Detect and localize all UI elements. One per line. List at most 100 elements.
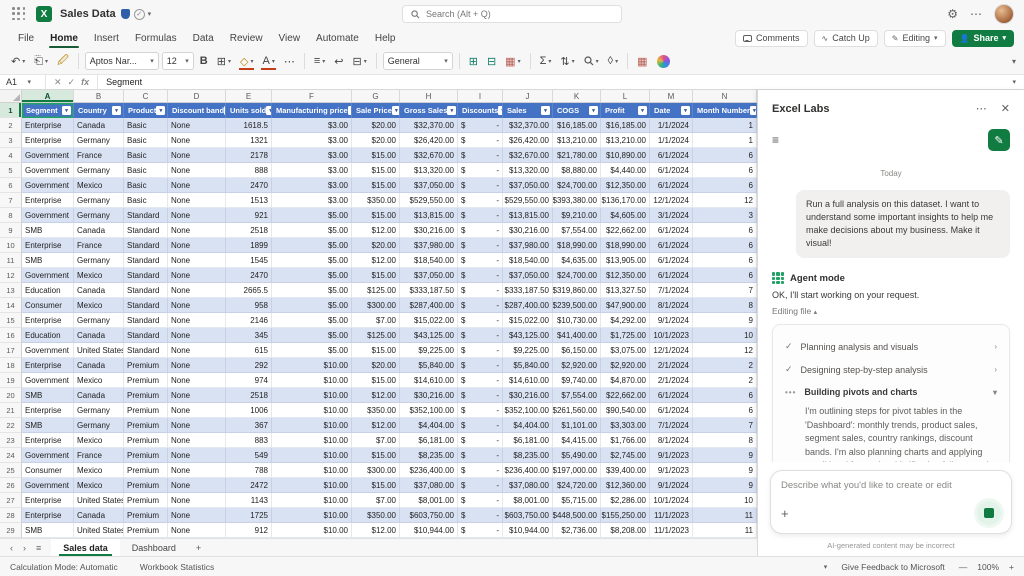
cell[interactable]: $1,766.00 [601, 433, 650, 448]
cell[interactable]: $350.00 [352, 403, 400, 418]
cell[interactable]: None [168, 418, 226, 433]
row-header-10[interactable]: 10 [0, 238, 22, 253]
add-attachment-button[interactable]: + [781, 506, 789, 521]
row-header-27[interactable]: 27 [0, 493, 22, 508]
cell[interactable]: Germany [74, 208, 124, 223]
cell[interactable]: $3.00 [272, 118, 352, 133]
cell[interactable]: 10 [693, 493, 757, 508]
cell[interactable]: Germany [74, 163, 124, 178]
cell[interactable]: SMB [22, 253, 74, 268]
cell[interactable]: $15.00 [352, 163, 400, 178]
cell[interactable]: None [168, 403, 226, 418]
cell[interactable]: None [168, 133, 226, 148]
cell[interactable]: $8,208.00 [601, 523, 650, 538]
cell[interactable]: Enterprise [22, 358, 74, 373]
cell[interactable]: 912 [226, 523, 272, 538]
share-button[interactable]: 👤 Share ▾ [951, 29, 1014, 47]
next-sheet-icon[interactable]: › [23, 543, 26, 553]
more-formatting-button[interactable]: ⋯ [281, 51, 298, 71]
cell[interactable]: 6 [693, 163, 757, 178]
cell[interactable]: $4,870.00 [601, 373, 650, 388]
cell[interactable]: $ - [458, 463, 503, 478]
cell[interactable]: $5,715.00 [553, 493, 601, 508]
cell[interactable]: Premium [124, 373, 168, 388]
cell[interactable]: $12,350.00 [601, 178, 650, 193]
cell[interactable]: $ - [458, 478, 503, 493]
cell[interactable]: 6 [693, 253, 757, 268]
table-header-cell[interactable]: COGS ▾ [553, 103, 601, 118]
cell[interactable]: 11/1/2023 [650, 523, 693, 538]
cell[interactable]: $12.00 [352, 523, 400, 538]
cell[interactable]: 11 [693, 508, 757, 523]
editing-mode-button[interactable]: ✎ Editing ▾ [883, 29, 946, 47]
cell[interactable]: $5,840.00 [503, 358, 553, 373]
cell[interactable]: $8,235.00 [400, 448, 458, 463]
row-header-12[interactable]: 12 [0, 268, 22, 283]
cell[interactable]: $15.00 [352, 478, 400, 493]
cell[interactable]: $10.00 [272, 463, 352, 478]
cell[interactable]: $10,944.00 [400, 523, 458, 538]
column-letter-J[interactable]: J [503, 90, 553, 102]
cell[interactable]: Germany [74, 313, 124, 328]
cell[interactable]: 8/1/2024 [650, 433, 693, 448]
row-header-21[interactable]: 21 [0, 403, 22, 418]
row-header-5[interactable]: 5 [0, 163, 22, 178]
cell[interactable]: $287,400.00 [503, 298, 553, 313]
cell[interactable]: $9,210.00 [553, 208, 601, 223]
cell[interactable]: United States [74, 523, 124, 538]
row-header-23[interactable]: 23 [0, 433, 22, 448]
cell[interactable]: SMB [22, 388, 74, 403]
cell[interactable]: $37,080.00 [400, 478, 458, 493]
cell[interactable]: $529,550.00 [503, 193, 553, 208]
new-chat-button[interactable]: ✎ [988, 129, 1010, 151]
cell[interactable]: 2665.5 [226, 283, 272, 298]
cell[interactable]: None [168, 463, 226, 478]
column-letter-F[interactable]: F [272, 90, 352, 102]
ribbon-tab-data[interactable]: Data [185, 31, 222, 46]
row-header-29[interactable]: 29 [0, 523, 22, 538]
cell[interactable]: Canada [74, 283, 124, 298]
cell[interactable]: $ - [458, 328, 503, 343]
row-header-28[interactable]: 28 [0, 508, 22, 523]
cell[interactable]: 8/1/2024 [650, 298, 693, 313]
cell[interactable]: 6/1/2024 [650, 178, 693, 193]
delete-cells-button[interactable]: ⊟ [484, 51, 499, 71]
cell[interactable]: 9/1/2023 [650, 448, 693, 463]
cell[interactable]: $3,303.00 [601, 418, 650, 433]
cell[interactable]: $47,900.00 [601, 298, 650, 313]
cell[interactable]: $197,000.00 [553, 463, 601, 478]
cell[interactable]: $18,990.00 [601, 238, 650, 253]
cell[interactable]: 1143 [226, 493, 272, 508]
formula-input[interactable]: Segment [98, 77, 1012, 87]
cell[interactable]: 3 [693, 208, 757, 223]
cell[interactable]: $8,001.00 [503, 493, 553, 508]
cell[interactable]: Germany [74, 418, 124, 433]
cell[interactable]: $10.00 [272, 523, 352, 538]
cell[interactable]: Standard [124, 343, 168, 358]
cell[interactable]: 292 [226, 358, 272, 373]
cell[interactable]: Canada [74, 328, 124, 343]
cell[interactable]: $350.00 [352, 193, 400, 208]
cell[interactable]: 1/1/2024 [650, 133, 693, 148]
row-header-8[interactable]: 8 [0, 208, 22, 223]
cell[interactable]: Basic [124, 193, 168, 208]
agent-step[interactable]: ••• Building pivots and charts ▾ [783, 381, 999, 403]
cell[interactable]: Standard [124, 253, 168, 268]
cell[interactable]: $125.00 [352, 328, 400, 343]
cell[interactable]: $32,370.00 [503, 118, 553, 133]
cell[interactable]: Government [22, 343, 74, 358]
cell[interactable]: $16,185.00 [553, 118, 601, 133]
cell[interactable]: Premium [124, 523, 168, 538]
filter-button[interactable]: ▾ [681, 106, 690, 115]
cell[interactable]: $13,327.50 [601, 283, 650, 298]
cell[interactable]: $14,610.00 [400, 373, 458, 388]
cell[interactable]: $12.00 [352, 388, 400, 403]
more-options-icon[interactable]: ⋯ [970, 7, 982, 21]
cell[interactable]: None [168, 163, 226, 178]
cell[interactable]: Mexico [74, 268, 124, 283]
table-tools-button[interactable]: ▦ [634, 51, 650, 71]
cell[interactable]: 7 [693, 283, 757, 298]
cell[interactable]: $24,700.00 [553, 268, 601, 283]
row-header-20[interactable]: 20 [0, 388, 22, 403]
cell[interactable]: $8,235.00 [503, 448, 553, 463]
